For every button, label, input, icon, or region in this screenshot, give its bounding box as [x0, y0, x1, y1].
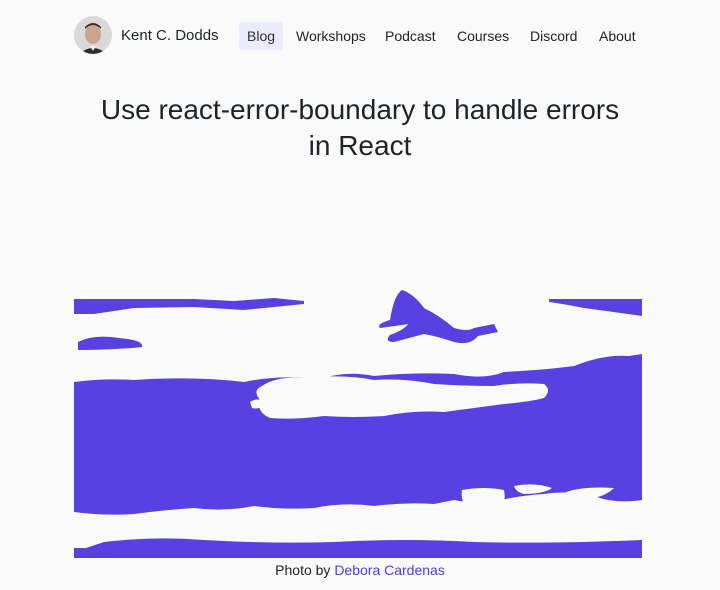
site-name-link[interactable]: Kent C. Dodds	[121, 26, 219, 46]
nav-blog[interactable]: Blog	[239, 22, 284, 50]
nav-podcast[interactable]: Podcast	[377, 22, 444, 50]
page-title-line1: Use react-error-boundary to handle error…	[100, 94, 620, 125]
hero-caption: Photo by Debora Cardenas	[0, 561, 720, 579]
nav-discord[interactable]: Discord	[522, 22, 585, 50]
avatar-image	[74, 16, 112, 54]
nav-about[interactable]: About	[591, 22, 644, 50]
photo-author-link[interactable]: Debora Cardenas	[334, 562, 445, 578]
page-title: Use react-error-boundary to handle error…	[40, 92, 680, 164]
site-header: Kent C. Dodds Blog Workshops Podcast Cou…	[0, 0, 720, 72]
hero-image	[74, 290, 642, 558]
page-title-line2: in React	[308, 130, 412, 161]
nav-courses[interactable]: Courses	[449, 22, 517, 50]
avatar[interactable]	[74, 16, 112, 54]
nav-workshops[interactable]: Workshops	[288, 22, 374, 50]
caption-prefix: Photo by	[275, 562, 335, 578]
